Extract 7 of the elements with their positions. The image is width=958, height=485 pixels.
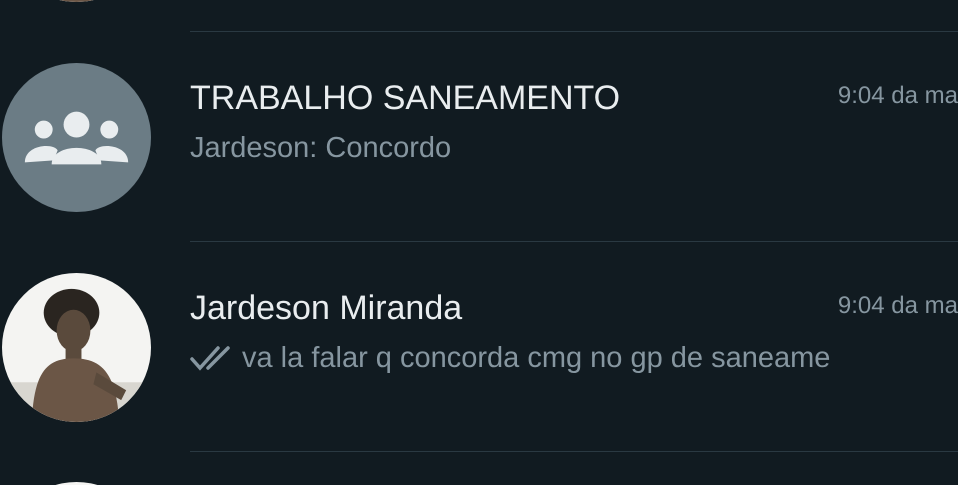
chat-time: 9:04 da ma (838, 291, 958, 321)
chat-name: Jardeson Miranda (190, 288, 462, 328)
chat-name: TRABALHO SANEAMENTO (190, 78, 620, 118)
chat-time: 9:04 da ma (838, 81, 958, 111)
message-preview: Jardeson: Concordo (190, 131, 452, 166)
message-preview: va la falar q concorda cmg no gp de saneame (242, 341, 830, 376)
group-avatar-icon (2, 62, 151, 212)
